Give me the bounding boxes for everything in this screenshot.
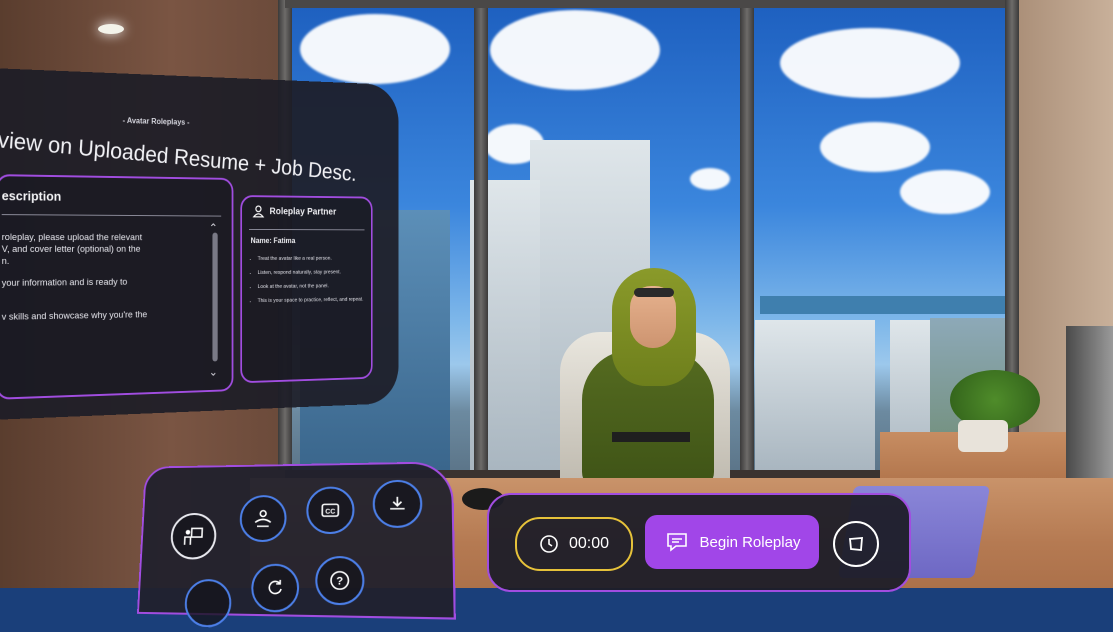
tip-item: Look at the avatar, not the panel.	[258, 282, 364, 291]
chat-bubble-icon	[666, 533, 687, 552]
extra-button[interactable]	[183, 578, 233, 628]
timer-value: 00:00	[568, 535, 610, 552]
avatar-belt	[612, 432, 690, 442]
clock-icon	[540, 535, 558, 553]
download-button[interactable]	[372, 479, 423, 528]
tip-item: Listen, respond naturally, stay present.	[258, 269, 364, 277]
partner-heading-label: Roleplay Partner	[269, 206, 337, 218]
ocean	[760, 296, 1010, 314]
download-icon	[387, 494, 408, 514]
cloud	[780, 28, 960, 98]
partner-heading: Roleplay Partner	[254, 206, 336, 217]
cloud	[490, 10, 660, 90]
description-line: n.	[1, 255, 10, 267]
roleplay-info-panel: - Avatar Roleplays - view on Uploaded Re…	[0, 68, 399, 420]
help-button[interactable]: ?	[314, 555, 365, 606]
session-bar: 00:00 Begin Roleplay	[487, 493, 911, 592]
avatar-headband	[634, 288, 674, 297]
captions-button[interactable]: CC	[305, 486, 355, 535]
cloud	[690, 168, 730, 190]
person-icon	[252, 205, 264, 218]
square-icon	[849, 537, 863, 551]
reset-button[interactable]	[250, 563, 300, 613]
help-icon: ?	[328, 569, 351, 592]
partner-name: Name: Fatima	[250, 236, 296, 245]
session-timer: 00:00	[515, 517, 633, 571]
interact-button[interactable]	[239, 494, 287, 542]
description-scrollbar[interactable]	[212, 232, 218, 362]
divider	[248, 228, 365, 231]
monitor	[1066, 326, 1113, 500]
control-pad: CC ?	[136, 461, 456, 628]
begin-roleplay-label: Begin Roleplay	[699, 533, 801, 551]
window-transom	[285, 0, 1005, 8]
cloud	[300, 14, 450, 84]
window-frame	[474, 0, 488, 470]
partner-card: Roleplay Partner Name: Fatima Treat the …	[240, 195, 373, 384]
hands-icon	[252, 508, 274, 530]
ceiling-light	[98, 24, 124, 34]
stop-button[interactable]	[833, 521, 879, 567]
presenter-button[interactable]	[169, 512, 218, 560]
divider	[1, 214, 222, 217]
tip-item: This is your space to practice, reflect,…	[258, 296, 364, 305]
cloud	[900, 170, 990, 214]
cloud	[820, 122, 930, 172]
svg-text:CC: CC	[325, 509, 335, 516]
chevron-down-icon[interactable]: ⌄	[209, 365, 218, 379]
closed-captions-icon: CC	[319, 499, 341, 521]
description-line: your information and is ready to	[1, 276, 128, 289]
begin-roleplay-button[interactable]: Begin Roleplay	[645, 515, 819, 569]
building	[755, 320, 875, 470]
description-line: roleplay, please upload the relevant	[1, 232, 143, 244]
description-line: v skills and showcase why you're the	[1, 309, 148, 323]
tip-item: Treat the avatar like a real person.	[258, 255, 364, 263]
window-frame	[740, 0, 754, 470]
presenter-icon	[183, 525, 205, 546]
description-card: escription roleplay, please upload the r…	[0, 174, 234, 400]
description-heading: escription	[1, 188, 62, 204]
description-line: V, and cover letter (optional) on the	[1, 244, 141, 255]
plant-pot	[958, 420, 1008, 452]
partner-tips: Treat the avatar like a real person. Lis…	[249, 255, 364, 312]
panel-kicker: - Avatar Roleplays -	[122, 116, 190, 127]
svg-text:?: ?	[336, 575, 343, 588]
